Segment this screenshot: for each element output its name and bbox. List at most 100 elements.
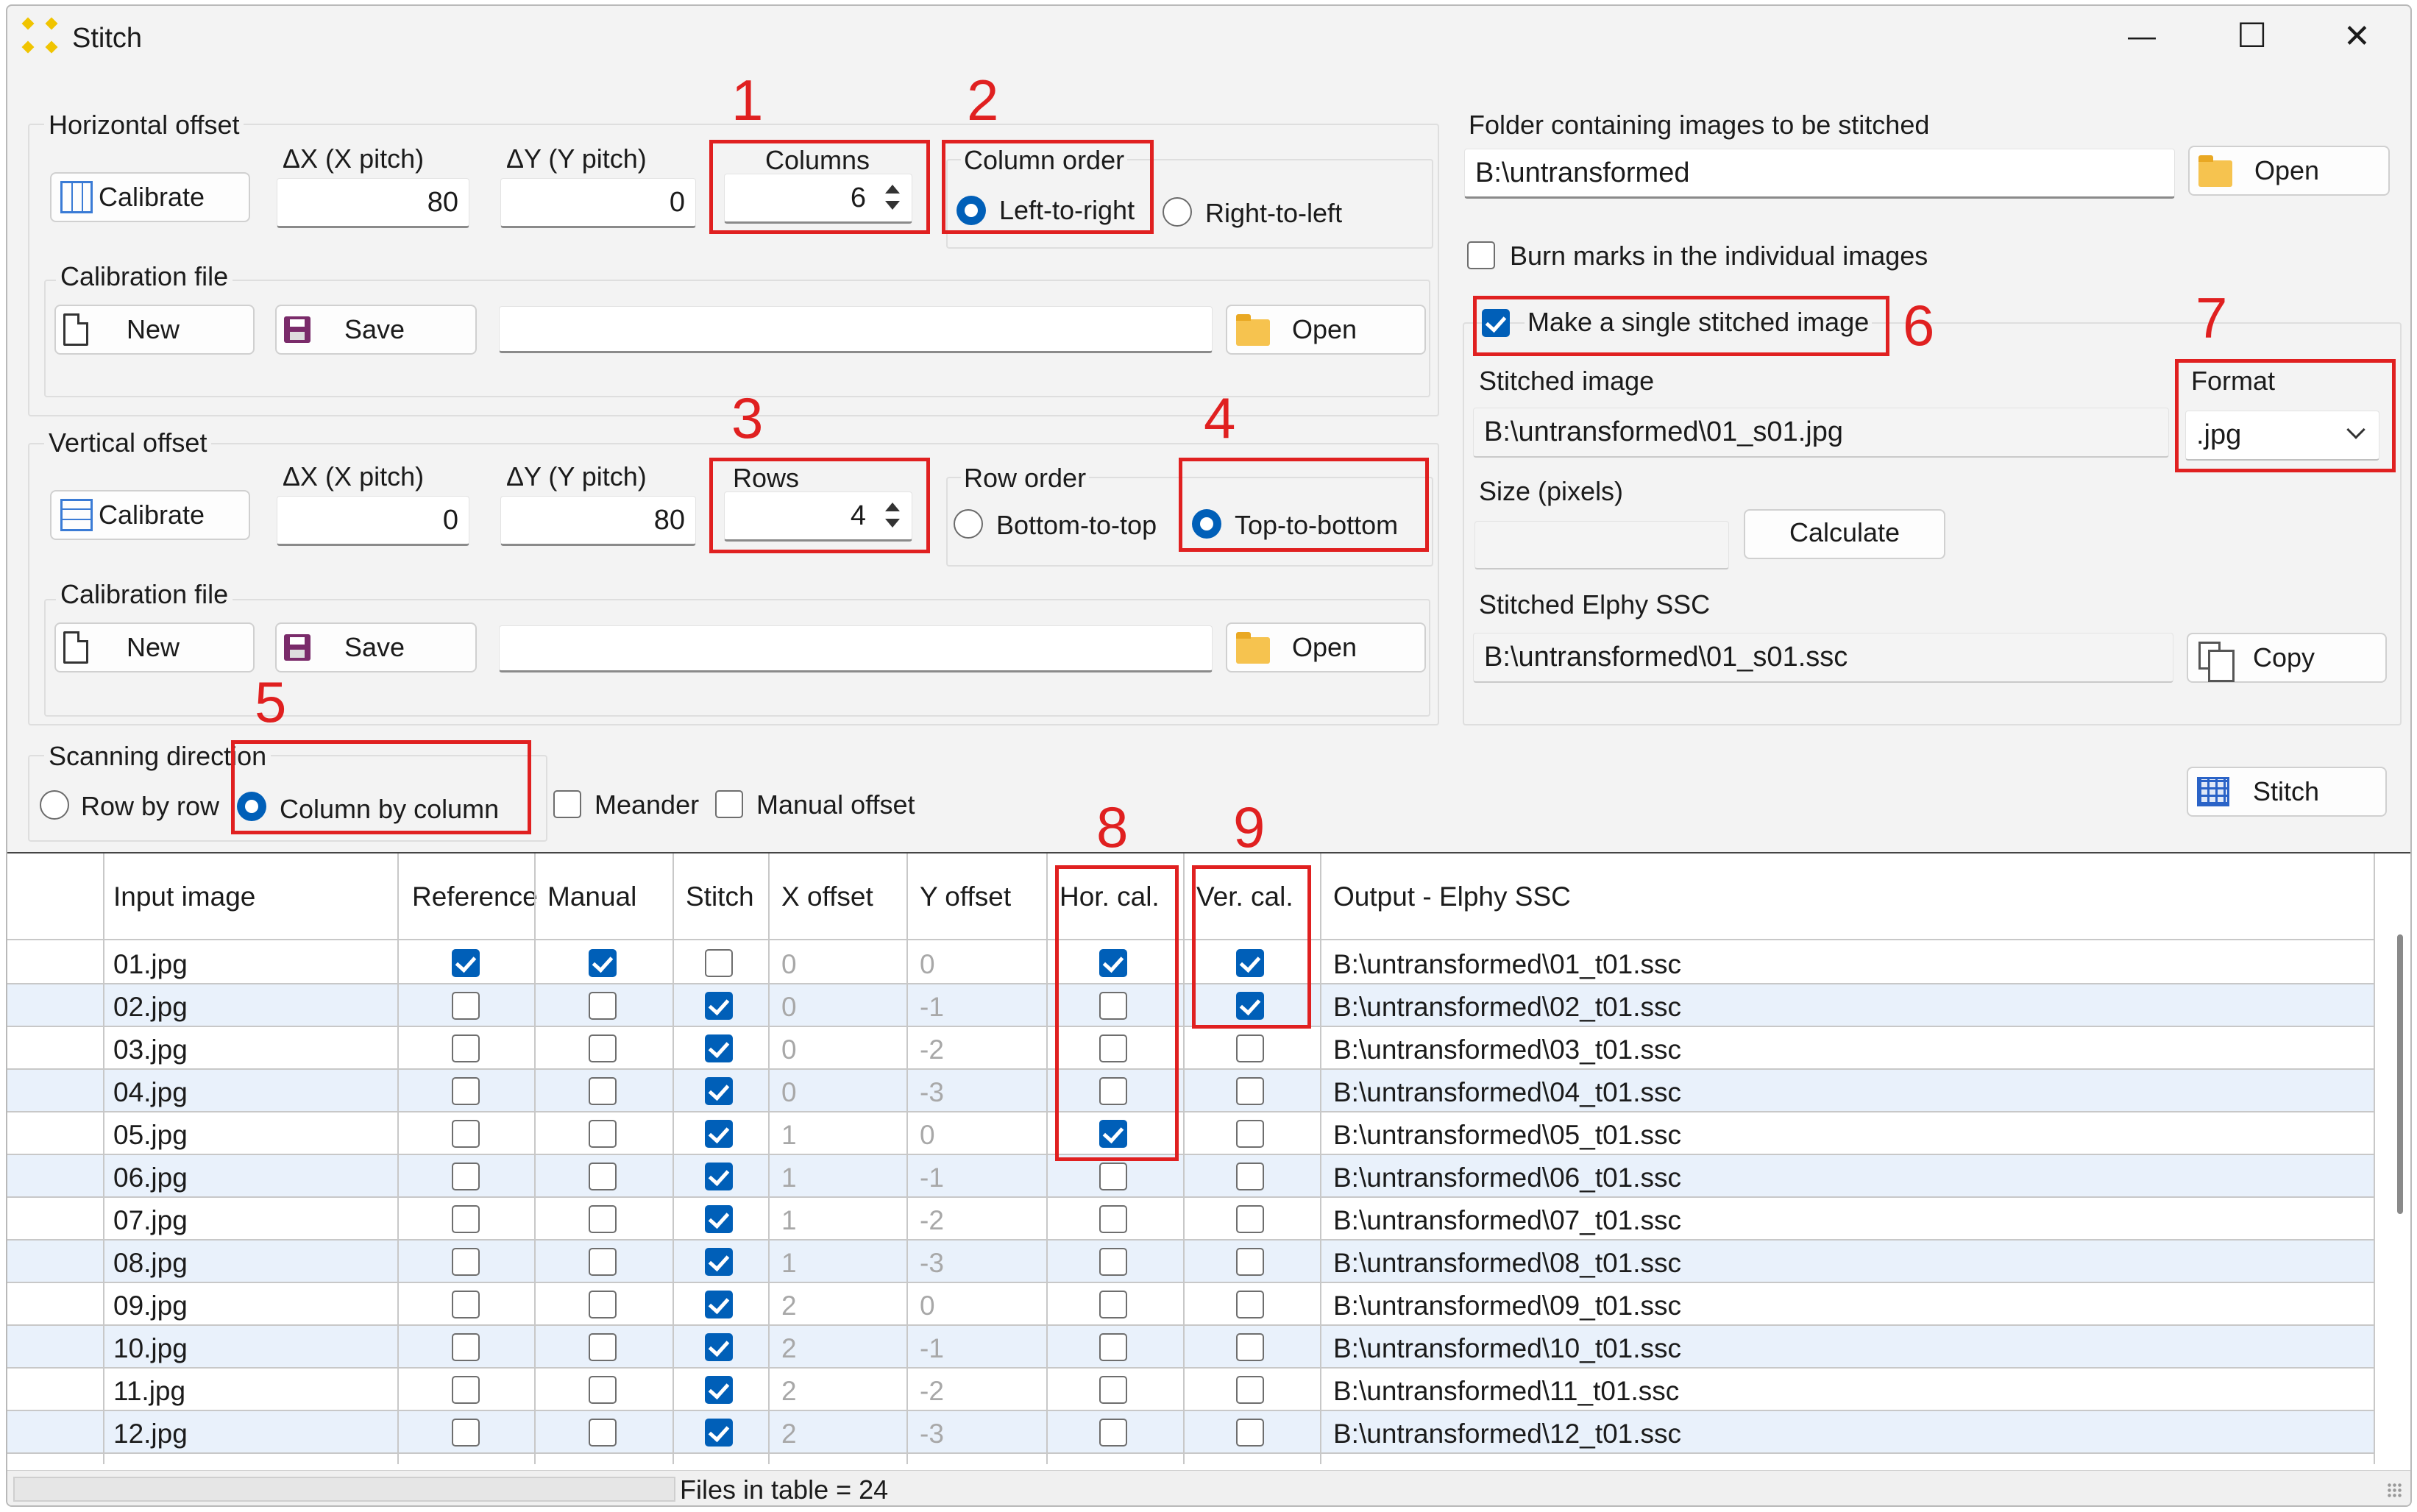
row-x-cell[interactable]: 2 [773,1326,797,1369]
table-row[interactable]: 06.jpg 1 -1 B:\untransformed\06_t01.ssc [7,1155,2374,1198]
resize-grip-icon[interactable] [2387,1483,2403,1499]
row-x-cell[interactable]: 1 [773,1155,797,1198]
row-ref-checkbox[interactable] [452,1120,480,1148]
table-row[interactable]: 08.jpg 1 -3 B:\untransformed\08_t01.ssc [7,1241,2374,1283]
minimize-button[interactable]: — [2128,21,2156,53]
row-y-cell[interactable]: 0 [911,942,935,984]
horizontal-new-button[interactable]: New [54,305,255,355]
row-st-checkbox[interactable] [705,1291,733,1318]
maximize-button[interactable]: ☐ [2237,18,2267,52]
row-man-checkbox[interactable] [589,1291,617,1318]
row-vc-checkbox[interactable] [1236,1163,1264,1190]
row-man-checkbox[interactable] [589,1419,617,1447]
row-y-cell[interactable]: -2 [911,1198,944,1241]
header-input-image[interactable]: Input image [104,853,255,940]
meander-checkbox[interactable] [553,790,581,818]
row-st-checkbox[interactable] [705,1034,733,1062]
row-man-checkbox[interactable] [589,1077,617,1105]
manual-offset-label[interactable]: Manual offset [756,789,915,821]
row-y-cell[interactable]: -2 [911,1369,944,1411]
row-ref-checkbox[interactable] [452,1163,480,1190]
row-man-checkbox[interactable] [589,992,617,1020]
row-hc-checkbox[interactable] [1099,1419,1127,1447]
calculate-button[interactable]: Calculate [1744,509,1945,559]
table-row[interactable]: 07.jpg 1 -2 B:\untransformed\07_t01.ssc [7,1198,2374,1241]
table-row[interactable]: 11.jpg 2 -2 B:\untransformed\11_t01.ssc [7,1369,2374,1411]
table-row[interactable]: 10.jpg 2 -1 B:\untransformed\10_t01.ssc [7,1326,2374,1369]
row-ref-checkbox[interactable] [452,1419,480,1447]
table-row[interactable]: 01.jpg 0 0 B:\untransformed\01_t01.ssc [7,942,2374,984]
copy-button[interactable]: Copy [2187,633,2387,683]
bottom-to-top-radio[interactable] [954,509,983,539]
row-hc-checkbox[interactable] [1099,1291,1127,1318]
row-y-cell[interactable]: -3 [911,1241,944,1283]
vertical-calibration-file-input[interactable] [499,625,1213,672]
row-man-checkbox[interactable] [589,1163,617,1190]
row-y-cell[interactable]: -1 [911,1326,944,1369]
row-x-cell[interactable]: 2 [773,1369,797,1411]
row-x-cell[interactable]: 0 [773,1027,797,1070]
vertical-calibrate-button[interactable]: Calibrate [50,490,250,540]
header-x-offset[interactable]: X offset [773,853,873,940]
row-x-cell[interactable]: 0 [773,942,797,984]
row-man-checkbox[interactable] [589,949,617,977]
row-ref-checkbox[interactable] [452,1248,480,1276]
table-row[interactable]: 12.jpg 2 -3 B:\untransformed\12_t01.ssc [7,1411,2374,1454]
row-x-cell[interactable]: 0 [773,984,797,1027]
row-man-checkbox[interactable] [589,1248,617,1276]
scrollbar-thumb[interactable] [2397,934,2403,1214]
row-st-checkbox[interactable] [705,1376,733,1404]
right-to-left-label[interactable]: Right-to-left [1205,197,1342,230]
stitch-button[interactable]: Stitch [2187,767,2387,817]
row-ref-checkbox[interactable] [452,1333,480,1361]
close-button[interactable]: ✕ [2343,21,2371,53]
row-ref-checkbox[interactable] [452,1034,480,1062]
header-output[interactable]: Output - Elphy SSC [1324,853,1571,940]
row-man-checkbox[interactable] [589,1376,617,1404]
row-hc-checkbox[interactable] [1099,1376,1127,1404]
row-hc-checkbox[interactable] [1099,1248,1127,1276]
row-st-checkbox[interactable] [705,1248,733,1276]
row-x-cell[interactable]: 2 [773,1283,797,1326]
row-y-cell[interactable]: -3 [911,1070,944,1112]
horizontal-save-button[interactable]: Save [275,305,477,355]
row-st-checkbox[interactable] [705,992,733,1020]
row-y-cell[interactable]: 0 [911,1283,935,1326]
row-y-cell[interactable]: -2 [911,1027,944,1070]
manual-offset-checkbox[interactable] [715,790,743,818]
horizontal-dy-input[interactable]: 0 [500,178,696,228]
folder-open-button[interactable]: Open [2188,146,2390,196]
row-man-checkbox[interactable] [589,1034,617,1062]
horizontal-calibration-file-input[interactable] [499,306,1213,353]
vertical-dx-input[interactable]: 0 [277,496,469,546]
row-x-cell[interactable]: 1 [773,1112,797,1155]
vertical-new-button[interactable]: New [54,622,255,672]
row-ref-checkbox[interactable] [452,1205,480,1233]
row-x-cell[interactable]: 1 [773,1241,797,1283]
row-vc-checkbox[interactable] [1236,1333,1264,1361]
row-st-checkbox[interactable] [705,1163,733,1190]
table-row[interactable]: 04.jpg 0 -3 B:\untransformed\04_t01.ssc [7,1070,2374,1112]
row-st-checkbox[interactable] [705,1419,733,1447]
horizontal-calibrate-button[interactable]: Calibrate [50,172,250,222]
row-vc-checkbox[interactable] [1236,1248,1264,1276]
row-st-checkbox[interactable] [705,1120,733,1148]
row-y-cell[interactable]: 0 [911,1112,935,1155]
table-row[interactable]: 03.jpg 0 -2 B:\untransformed\03_t01.ssc [7,1027,2374,1070]
row-ref-checkbox[interactable] [452,992,480,1020]
meander-label[interactable]: Meander [595,789,699,821]
table-row[interactable]: 09.jpg 2 0 B:\untransformed\09_t01.ssc [7,1283,2374,1326]
row-vc-checkbox[interactable] [1236,1291,1264,1318]
row-vc-checkbox[interactable] [1236,1205,1264,1233]
header-y-offset[interactable]: Y offset [911,853,1011,940]
table-row[interactable]: 05.jpg 1 0 B:\untransformed\05_t01.ssc [7,1112,2374,1155]
bottom-to-top-label[interactable]: Bottom-to-top [996,509,1157,542]
burn-marks-checkbox[interactable] [1467,241,1495,269]
row-x-cell[interactable]: 0 [773,1070,797,1112]
stitched-ssc-input[interactable]: B:\untransformed\01_s01.ssc [1473,633,2173,683]
vertical-open-button[interactable]: Open [1226,622,1426,672]
right-to-left-radio[interactable] [1163,197,1192,227]
row-vc-checkbox[interactable] [1236,1077,1264,1105]
header-reference[interactable]: Reference [403,853,538,940]
vertical-save-button[interactable]: Save [275,622,477,672]
